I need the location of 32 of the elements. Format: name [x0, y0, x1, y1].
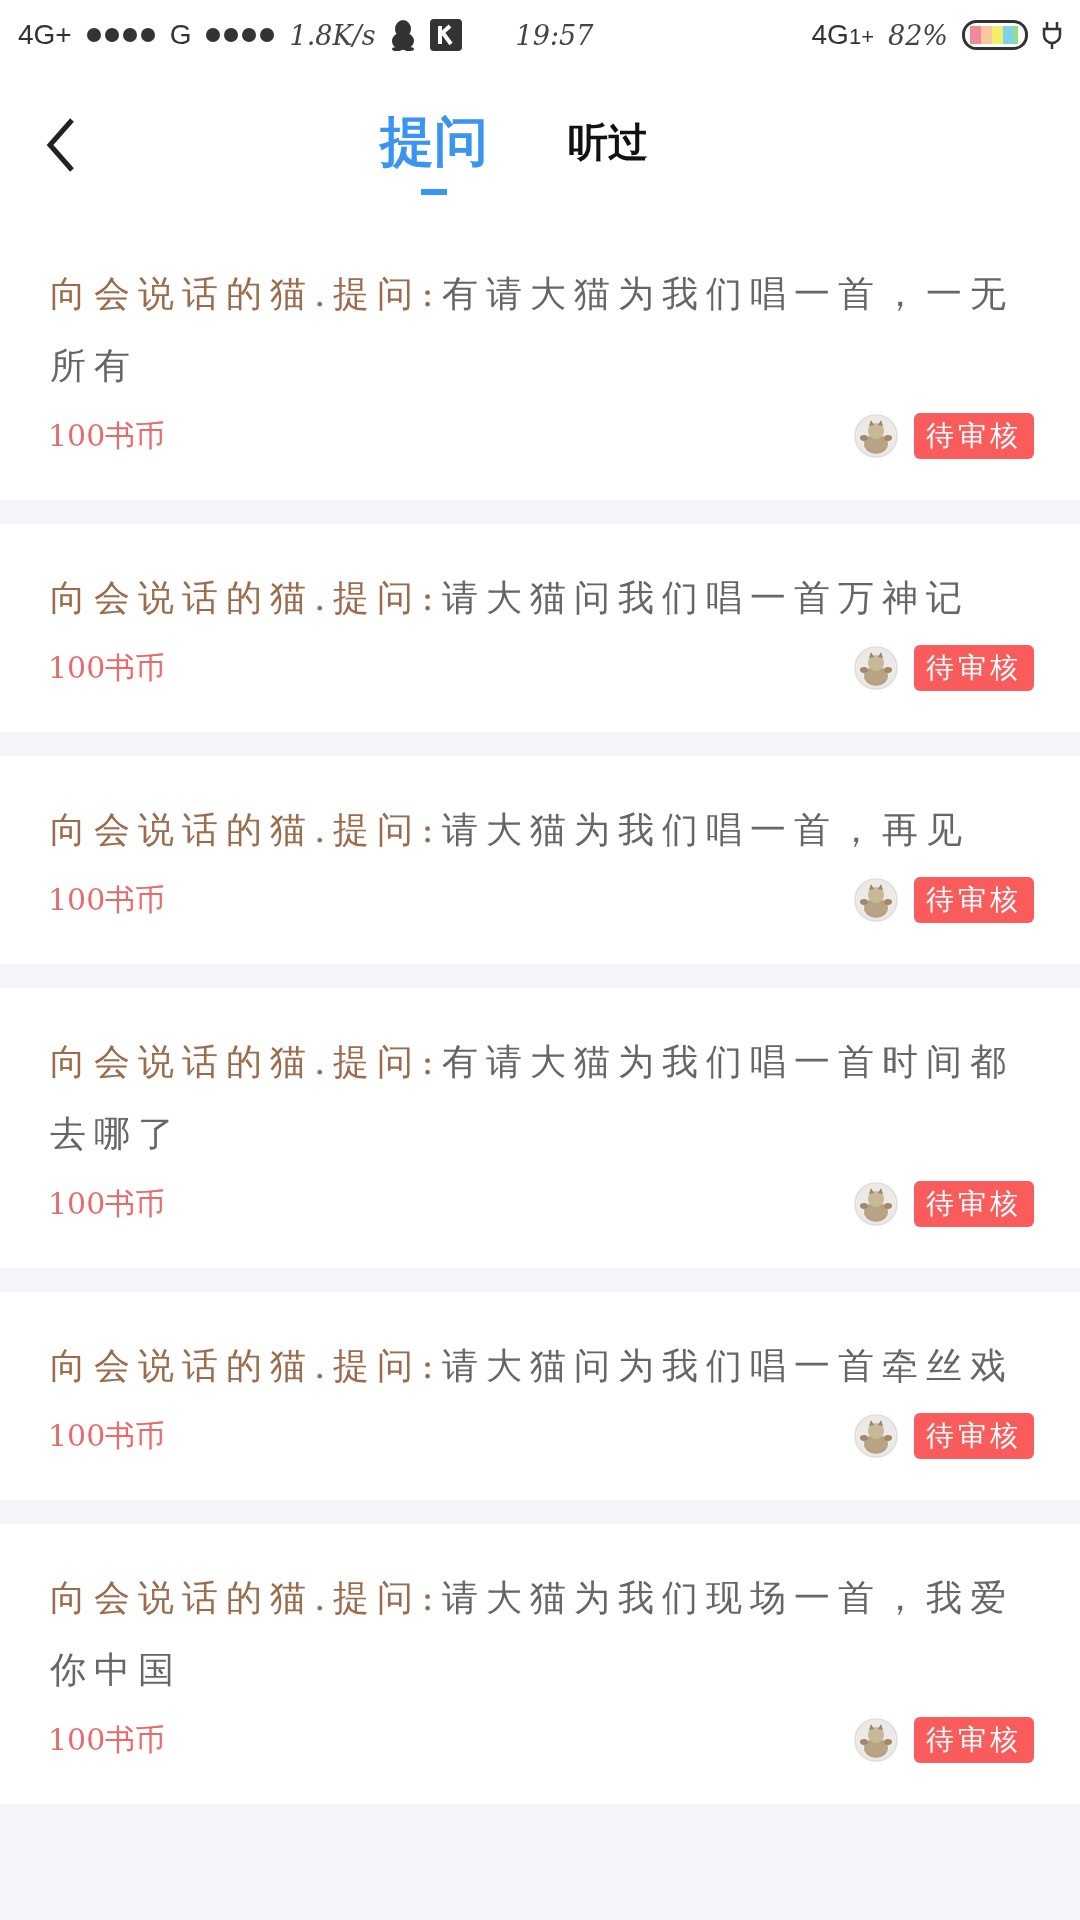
price-label: 100书币: [48, 880, 166, 919]
question-text: 向会说话的猫.提问:有请大猫为我们唱一首，一无所有: [50, 272, 1015, 388]
question-text: 向会说话的猫.提问:有请大猫为我们唱一首时间都去哪了: [50, 1040, 1015, 1156]
battery-icon: [962, 20, 1028, 50]
app-icon: [429, 19, 462, 51]
back-icon[interactable]: [46, 117, 76, 173]
status-badge: 待审核: [914, 1413, 1034, 1459]
price-label: 100书币: [48, 648, 166, 687]
battery-percent: 82%: [888, 19, 948, 51]
signal-icon: [85, 27, 156, 43]
signal-icon: [205, 27, 276, 43]
question-text: 向会说话的猫.提问:请大猫为我们唱一首，再见: [50, 808, 971, 852]
status-badge: 待审核: [914, 413, 1034, 459]
penguin-icon: [389, 19, 416, 51]
price-label: 100书币: [48, 1720, 166, 1759]
clock: 19:57: [515, 19, 594, 51]
status-badge: 待审核: [914, 1181, 1034, 1227]
charging-icon: [1042, 20, 1062, 50]
price-label: 100书币: [48, 1184, 166, 1223]
price-label: 100书币: [48, 1416, 166, 1455]
tab[interactable]: 听过: [568, 114, 648, 186]
network-label: 4G+: [18, 19, 72, 51]
price-label: 100书币: [48, 416, 166, 455]
network-label: G: [169, 19, 192, 51]
question-text: 向会说话的猫.提问:请大猫为我们现场一首，我爱你中国: [50, 1576, 1015, 1692]
status-badge: 待审核: [914, 645, 1034, 691]
network-label: 4G1+: [811, 19, 874, 51]
question-text: 向会说话的猫.提问:请大猫问我们唱一首万神记: [50, 576, 971, 620]
status-badge: 待审核: [914, 1717, 1034, 1763]
network-speed: 1.8K/s: [289, 19, 376, 51]
question-text: 向会说话的猫.提问:请大猫问为我们唱一首牵丝戏: [50, 1344, 1015, 1388]
status-badge: 待审核: [914, 877, 1034, 923]
